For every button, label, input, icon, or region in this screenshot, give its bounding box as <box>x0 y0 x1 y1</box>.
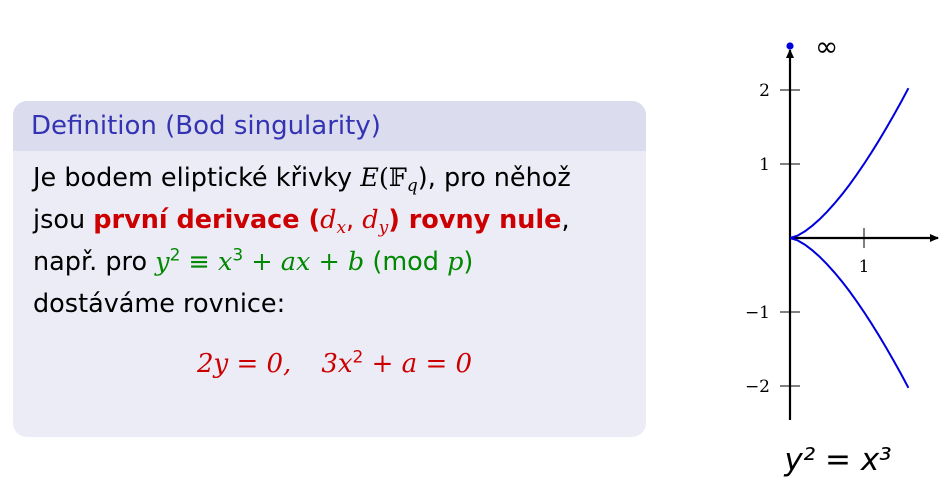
curve-plot: −2 −1 1 2 1 ∞ y² = x³ <box>745 30 939 478</box>
y-tick-label: −1 <box>745 303 770 323</box>
y-tick-label: 2 <box>759 81 770 101</box>
y-tick-label: −2 <box>745 377 770 397</box>
infinity-point <box>786 42 794 50</box>
x-tick-label: 1 <box>859 257 870 277</box>
y-tick-label: 1 <box>759 155 770 175</box>
curve-lower-branch <box>789 237 910 389</box>
equation-label: y² = x³ <box>783 442 891 478</box>
infinity-label: ∞ <box>815 30 838 63</box>
curve-upper-branch <box>789 87 910 239</box>
